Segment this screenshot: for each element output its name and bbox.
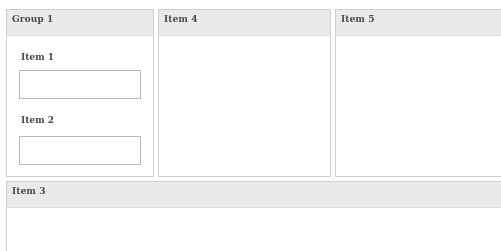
item4-panel: Item 4: [158, 9, 331, 177]
item5-content: [336, 36, 501, 176]
item4-title: Item 4: [159, 10, 330, 36]
item5-title: Item 5: [336, 10, 501, 36]
item3-title: Item 3: [7, 182, 501, 208]
item3-content: [7, 208, 501, 251]
item1-input[interactable]: [19, 70, 141, 99]
item2-label: Item 2: [21, 116, 55, 126]
item3-panel: Item 3: [6, 181, 501, 251]
item4-content: [159, 36, 330, 176]
item1-label: Item 1: [21, 53, 55, 63]
group1-panel: Group 1 Item 1 Item 2: [6, 9, 154, 177]
item2-input[interactable]: [19, 136, 141, 165]
item5-panel: Item 5: [335, 9, 501, 177]
group1-title: Group 1: [7, 10, 153, 36]
